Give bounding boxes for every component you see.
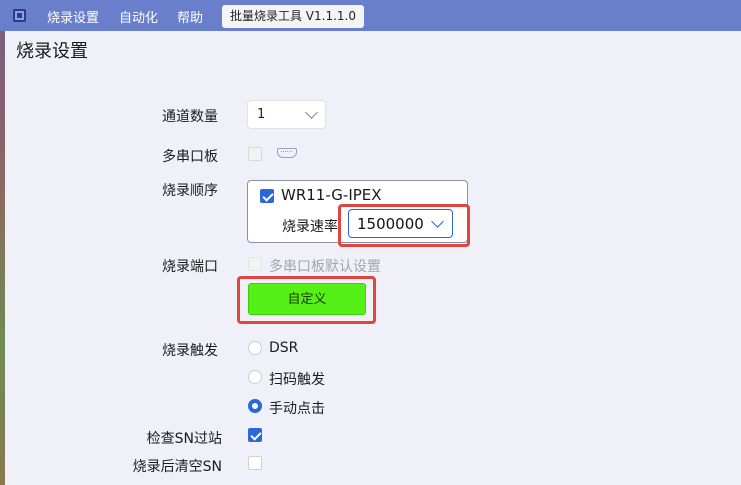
trigger-manual-radio[interactable] — [248, 399, 262, 413]
check-sn-label: 检查SN过站 — [146, 431, 222, 447]
device-checkbox[interactable] — [260, 189, 274, 203]
multi-serial-board-checkbox[interactable] — [248, 147, 262, 161]
default-setting-checkbox[interactable] — [248, 257, 262, 271]
baud-rate-label: 烧录速率 — [282, 219, 338, 235]
check-sn-checkbox[interactable] — [248, 428, 262, 442]
trigger-scan-label: 扫码触发 — [269, 372, 325, 388]
menu-automation[interactable]: 自动化 — [119, 7, 158, 26]
channel-count-select[interactable]: 1 — [247, 100, 326, 129]
channel-count-value: 1 — [257, 107, 266, 122]
page-title: 烧录设置 — [16, 41, 88, 62]
custom-port-button[interactable]: 自定义 — [248, 283, 366, 315]
channel-count-label: 通道数量 — [162, 109, 218, 125]
clear-sn-checkbox[interactable] — [248, 456, 262, 470]
clear-sn-label: 烧录后清空SN — [132, 459, 222, 475]
serial-port-icon — [277, 148, 297, 158]
menubar: 烧录设置 自动化 帮助 批量烧录工具 V1.1.1.0 — [0, 0, 741, 31]
baud-rate-highlight-frame — [338, 204, 470, 247]
trigger-scan-radio[interactable] — [248, 370, 262, 384]
window-title-tab: 批量烧录工具 V1.1.1.0 — [222, 5, 364, 28]
trigger-dsr-radio[interactable] — [248, 341, 262, 355]
burn-trigger-label: 烧录触发 — [162, 343, 218, 359]
menu-help[interactable]: 帮助 — [177, 7, 203, 26]
burn-port-label: 烧录端口 — [162, 259, 218, 275]
device-name: WR11-G-IPEX — [281, 186, 382, 204]
trigger-dsr-label: DSR — [269, 340, 299, 356]
menu-burn-settings[interactable]: 烧录设置 — [47, 7, 99, 26]
burn-order-label: 烧录顺序 — [162, 183, 218, 199]
multi-serial-board-label: 多串口板 — [162, 149, 218, 165]
chevron-down-icon — [305, 106, 318, 119]
default-setting-label: 多串口板默认设置 — [269, 259, 381, 275]
trigger-manual-label: 手动点击 — [269, 401, 325, 417]
desktop-background-strip — [0, 0, 5, 485]
app-icon — [13, 9, 26, 22]
